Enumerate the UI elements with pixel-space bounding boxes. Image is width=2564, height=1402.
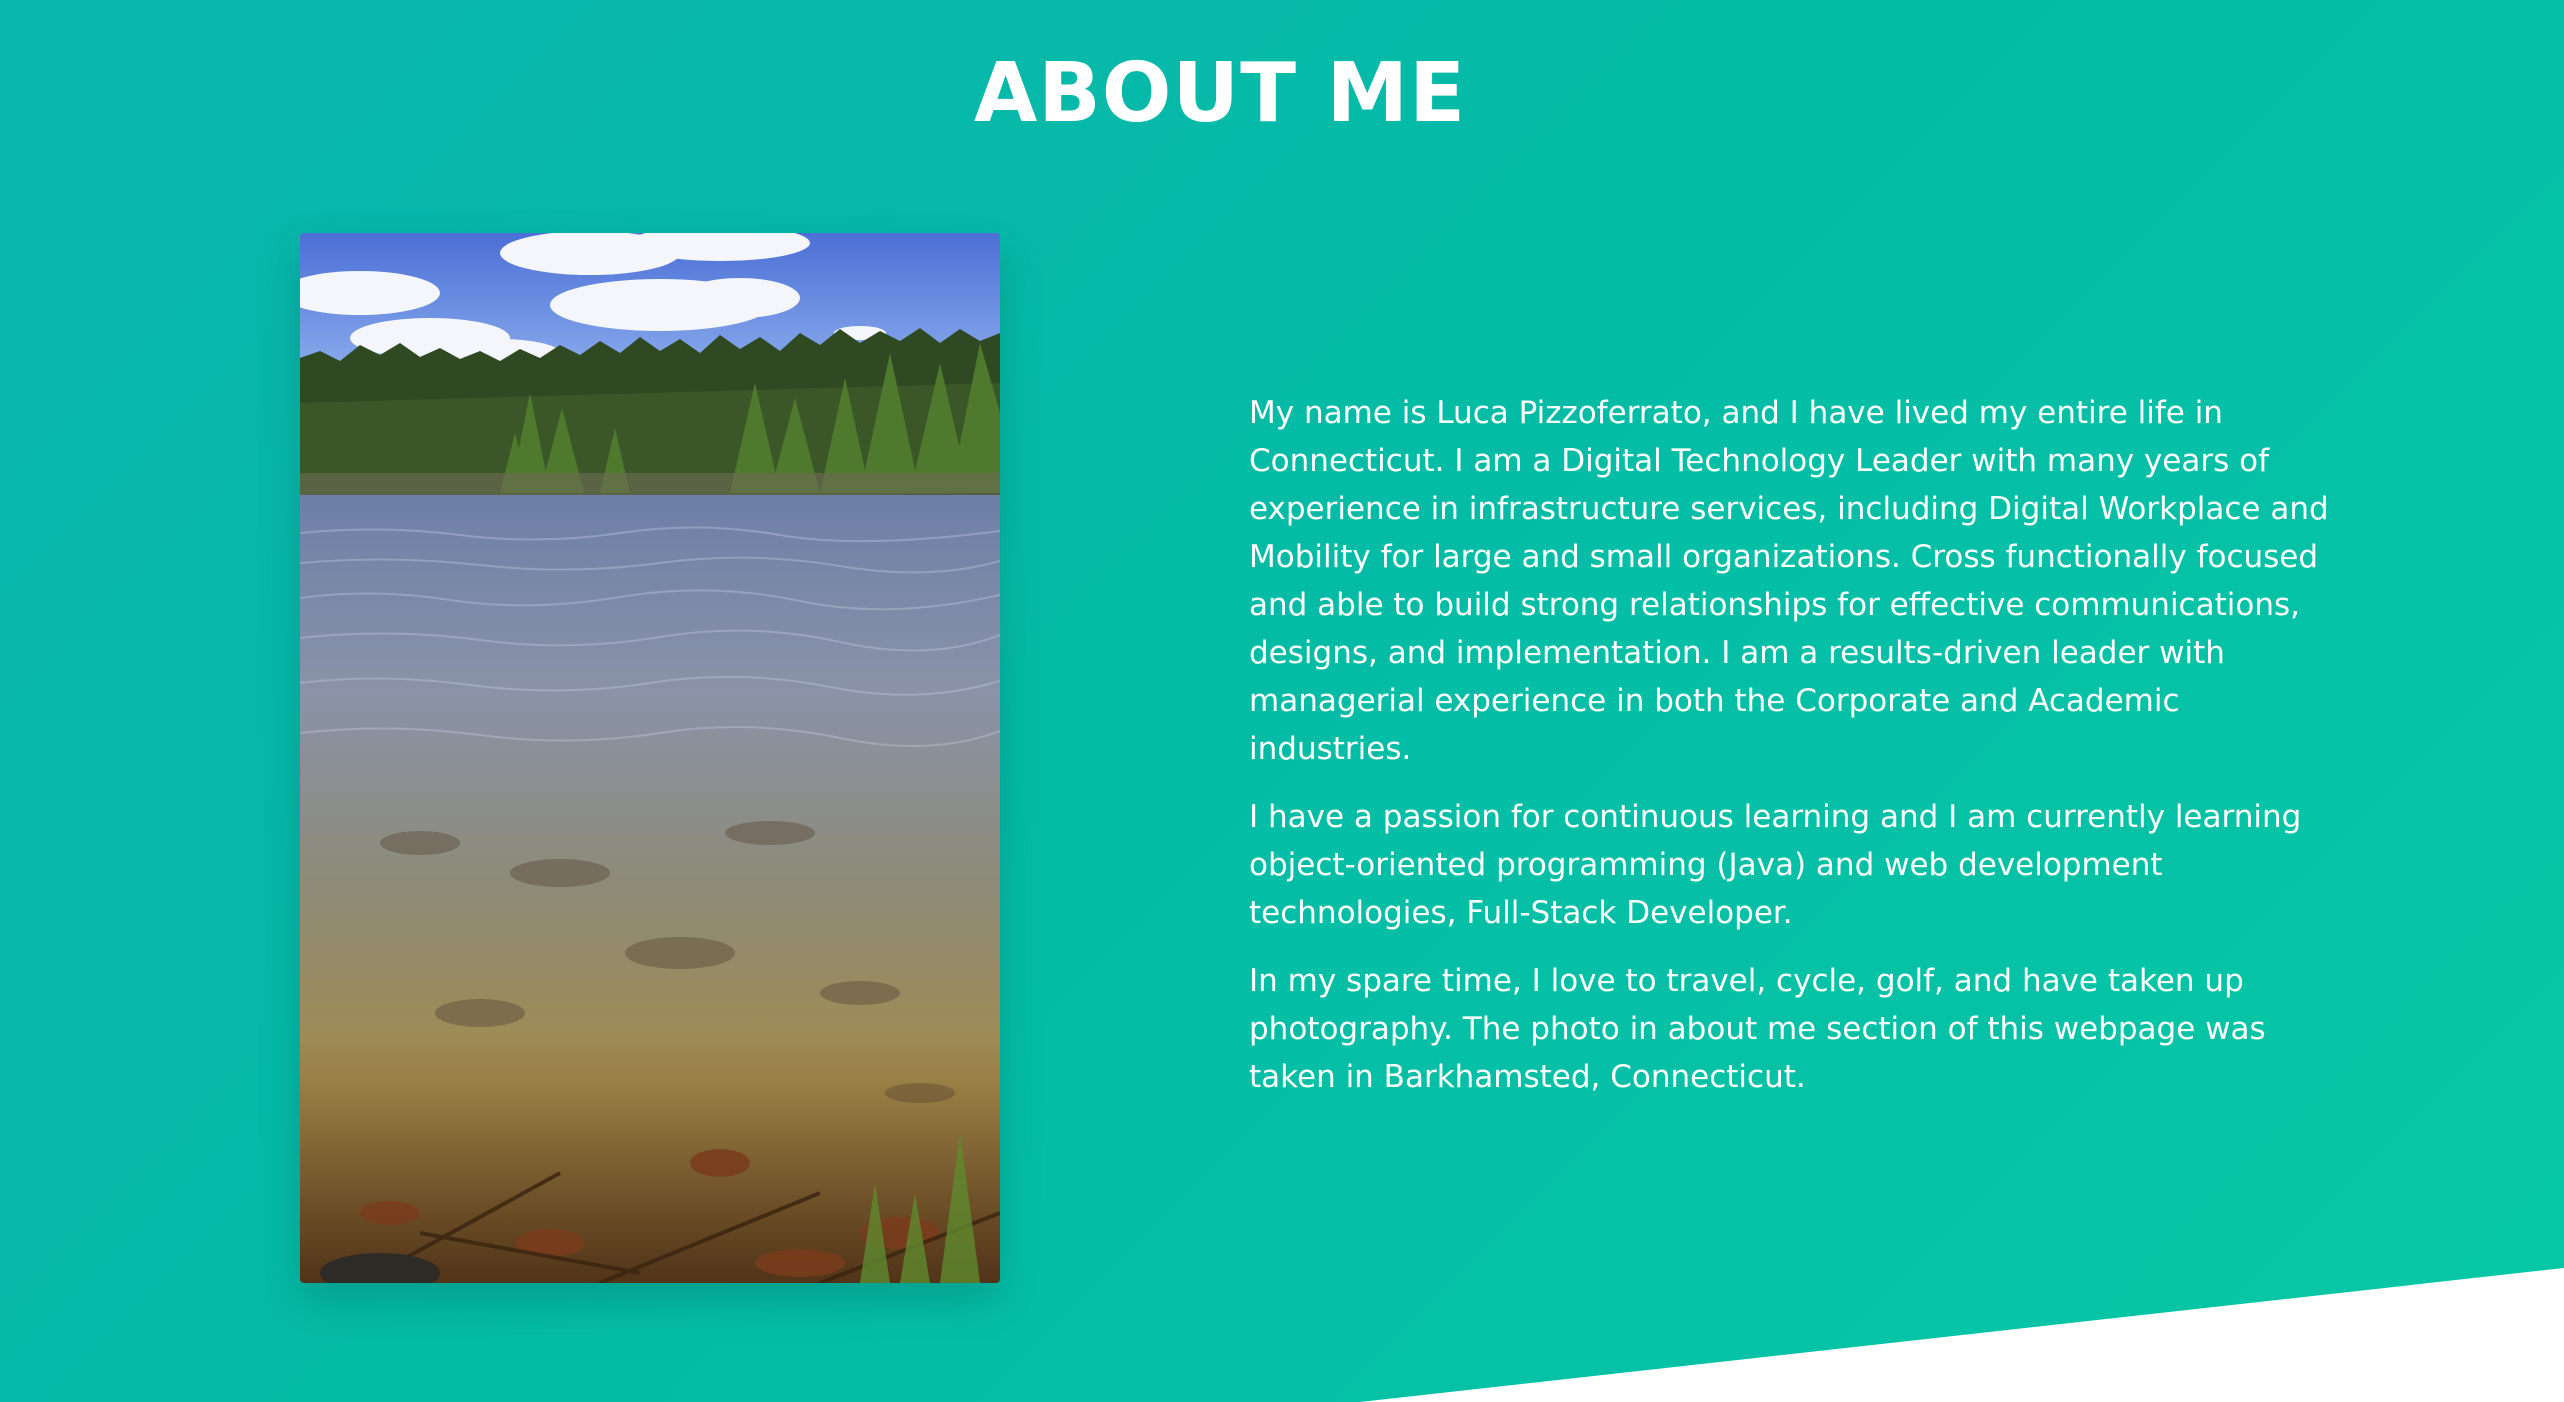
lake-photo-image	[300, 233, 1000, 1283]
about-section: ABOUT ME My name is Luca Pizzoferrato, a…	[0, 0, 2564, 1402]
lake-photo	[300, 233, 1000, 1283]
bio-paragraph-learning: I have a passion for continuous learning…	[1249, 799, 2302, 931]
bio-paragraph-hobbies: In my spare time, I love to travel, cycl…	[1249, 963, 2266, 1095]
section-title: ABOUT ME	[973, 46, 1467, 141]
bio-text: My name is Luca Pizzoferrato, and I have…	[1249, 389, 2339, 1121]
bio-paragraph-intro: My name is Luca Pizzoferrato, and I have…	[1249, 395, 2329, 767]
